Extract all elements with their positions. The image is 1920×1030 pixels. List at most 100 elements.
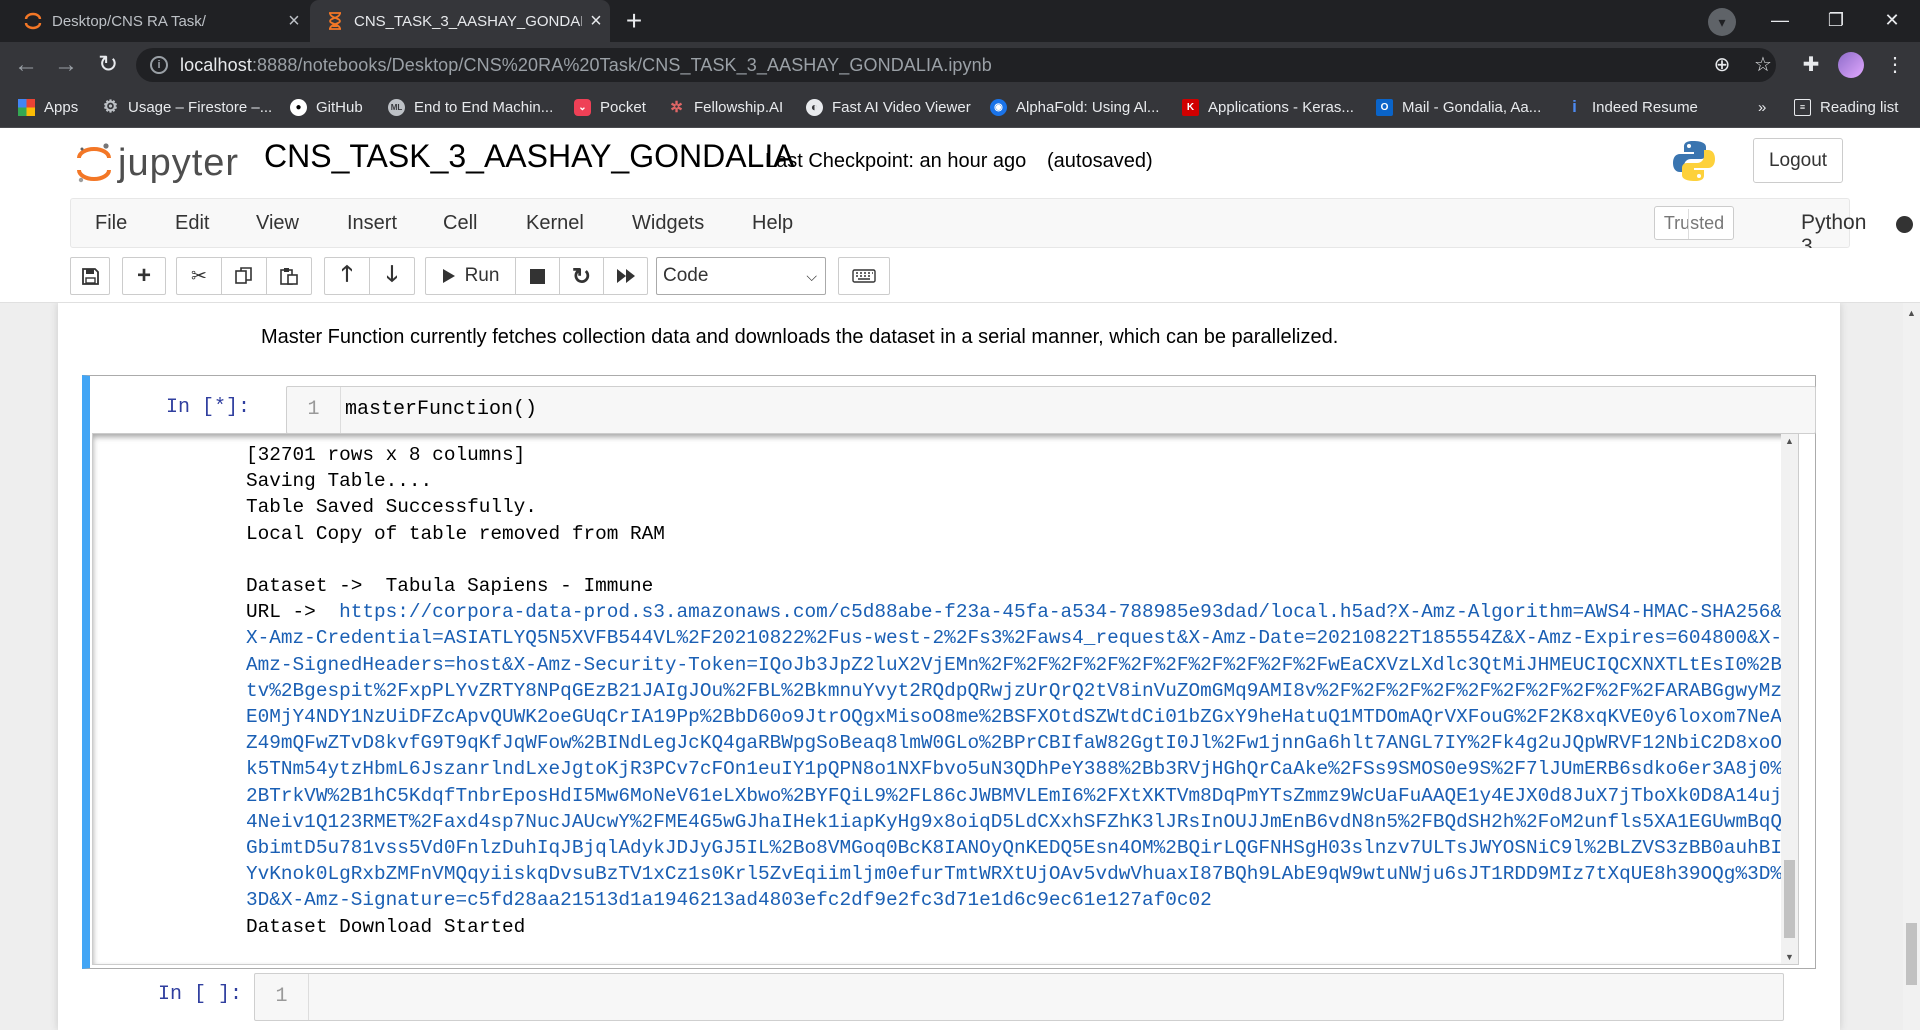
hourglass-icon [326,12,344,30]
reload-icon[interactable]: ↻ [92,49,124,81]
apps-grid-icon [18,98,35,116]
kernel-busy-indicator-icon [1896,216,1913,233]
input-prompt: In [*]: [166,396,251,419]
profile-avatar[interactable] [1838,52,1864,78]
move-down-button[interactable]: 🡓 [369,257,415,295]
bookmark-ml[interactable]: ML End to End Machin... [388,88,553,126]
menu-widgets[interactable]: Widgets [632,212,704,235]
menu-cell[interactable]: Cell [443,212,477,235]
restart-button[interactable]: ↻ [559,257,604,295]
menu-kernel[interactable]: Kernel [526,212,584,235]
pocket-icon: ⌄ [574,98,591,116]
command-palette-button[interactable] [838,257,890,295]
scroll-down-icon[interactable]: ▼ [1781,952,1798,962]
move-up-button[interactable]: 🡑 [324,257,370,295]
dataset-url-link[interactable]: https://corpora-data-prod.s3.amazonaws.c… [246,601,1782,911]
play-icon [442,269,455,283]
menu-file[interactable]: File [95,212,127,235]
bookmark-keras[interactable]: K Applications - Keras... [1182,88,1354,126]
menu-view[interactable]: View [256,212,299,235]
markdown-cell-text: Master Function currently fetches collec… [261,326,1339,348]
cut-button[interactable]: ✂ [176,257,222,295]
close-window-icon[interactable]: ✕ [1864,0,1920,40]
more-bookmarks-icon[interactable]: » [1758,88,1766,126]
run-label: Run [464,265,500,286]
scroll-up-icon[interactable]: ▲ [1781,436,1798,446]
bookmark-fastai[interactable]: ◐ Fast AI Video Viewer [806,88,971,126]
jupyter-logo-icon [77,143,111,183]
paste-button[interactable] [266,257,312,295]
output-scrollbar[interactable]: ▲ ▼ [1781,434,1798,964]
code-cell-selected[interactable]: In [*]: 1 masterFunction() [32701 rows x… [82,375,1816,969]
forward-arrow-icon[interactable]: → [50,49,82,81]
jupyter-header: jupyter CNS_TASK_3_AASHAY_GONDALIA Last … [0,128,1920,198]
bookmark-alphafold[interactable]: ◉ AlphaFold: Using Al... [990,88,1159,126]
bookmark-github[interactable]: ● GitHub [290,88,363,126]
restore-icon[interactable]: ❐ [1808,0,1864,40]
scroll-up-icon[interactable]: ▲ [1903,308,1920,318]
new-tab-button[interactable]: + [618,6,650,38]
fast-forward-icon [616,269,635,283]
close-tab-icon[interactable]: × [280,10,308,33]
logout-button[interactable]: Logout [1753,138,1843,183]
zoom-icon[interactable]: ⊕ [1707,50,1737,80]
bookmark-apps[interactable]: Apps [18,88,78,126]
address-bar-row: ← → ↻ i localhost:8888/notebooks/Desktop… [0,42,1920,88]
notebook-page: Master Function currently fetches collec… [58,303,1840,1030]
autosave-status: (autosaved) [1047,150,1153,172]
bookmark-pocket[interactable]: ⌄ Pocket [574,88,646,126]
tab-search-icon[interactable]: ▾ [1708,8,1736,36]
cell-type-select[interactable]: Code ⌵ [656,257,826,295]
ml-icon: ML [388,98,405,116]
menu-edit[interactable]: Edit [175,212,209,235]
bookmark-mail[interactable]: O Mail - Gondalia, Aa... [1376,88,1541,126]
code-input[interactable]: 1 [254,973,1784,1021]
close-tab-icon[interactable]: × [582,10,610,33]
bookmark-fellowship[interactable]: ✲ Fellowship.AI [668,88,783,126]
output-scroll-thumb[interactable] [1784,860,1795,938]
extensions-puzzle-icon[interactable]: ✚ [1796,50,1826,80]
url-text: localhost:8888/notebooks/Desktop/CNS%20R… [180,54,992,75]
browser-tab-bar: Desktop/CNS RA Task/ × CNS_TASK_3_AASHAY… [0,0,1920,42]
site-info-icon[interactable]: i [150,56,168,74]
run-button[interactable]: Run [425,257,516,295]
cell-output-area[interactable]: [32701 rows x 8 columns] Saving Table...… [92,433,1799,965]
page-scroll-thumb[interactable] [1906,923,1917,985]
output-lines: [32701 rows x 8 columns] Saving Table...… [246,444,665,624]
back-arrow-icon[interactable]: ← [10,49,42,81]
code-input[interactable]: 1 masterFunction() [286,386,1816,434]
restart-run-all-button[interactable] [603,257,648,295]
save-button[interactable] [70,257,110,295]
menu-insert[interactable]: Insert [347,212,397,235]
notebook-name[interactable]: CNS_TASK_3_AASHAY_GONDALIA [264,138,795,175]
chevron-down-icon: ⌵ [806,268,817,284]
url-input[interactable]: i localhost:8888/notebooks/Desktop/CNS%2… [136,48,1776,82]
browser-tab-notebook[interactable]: CNS_TASK_3_AASHAY_GONDALIA × [310,0,610,42]
output-lines-after: Dataset Download Started [246,915,526,938]
insert-cell-button[interactable]: + [122,257,166,295]
stop-icon [530,268,545,284]
reading-list-button[interactable]: ≡ Reading list [1794,88,1898,126]
bookmark-indeed[interactable]: i Indeed Resume [1566,88,1698,126]
outlook-icon: O [1376,98,1393,116]
output-text: [32701 rows x 8 columns] Saving Table...… [246,442,1786,940]
chrome-menu-icon[interactable]: ⋮ [1880,50,1910,80]
copy-button[interactable] [221,257,267,295]
minimize-icon[interactable]: — [1752,0,1808,40]
arrow-down-icon: 🡓 [386,261,398,286]
interrupt-button[interactable] [515,257,560,295]
menu-help[interactable]: Help [752,212,793,235]
bookmark-firestore[interactable]: ⚙ Usage – Firestore –... [102,88,272,126]
alphafold-icon: ◉ [990,98,1007,116]
line-number: 1 [255,974,309,1020]
notebook-toolbar: + ✂ 🡑 🡓 Run ↻ Code ⌵ [0,248,1920,303]
copy-icon [235,267,252,284]
trusted-indicator[interactable]: Trusted [1654,206,1734,240]
bookmark-star-icon[interactable]: ☆ [1748,50,1778,80]
browser-tab-directory[interactable]: Desktop/CNS RA Task/ × [8,0,308,42]
restart-icon: ↻ [571,262,592,289]
page-scrollbar[interactable]: ▲ [1903,303,1920,1030]
code-text[interactable]: masterFunction() [345,387,537,433]
jupyter-logo[interactable]: jupyter [76,140,239,186]
indeed-icon: i [1572,97,1577,116]
